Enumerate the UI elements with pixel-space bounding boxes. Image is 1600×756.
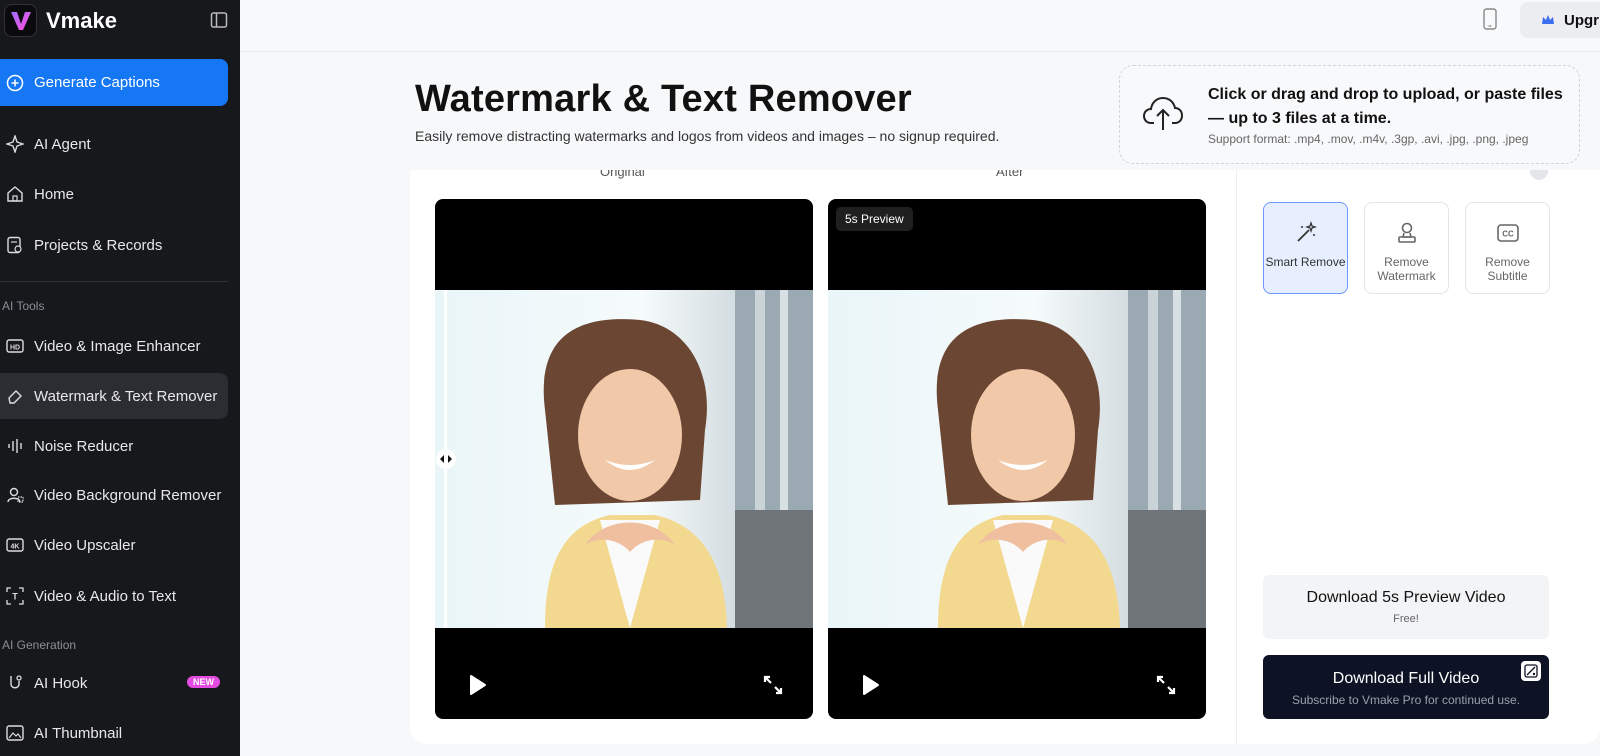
section-label-ai-tools: AI Tools [2, 299, 45, 313]
remove-subtitle-option[interactable]: CC Remove Subtitle [1465, 202, 1550, 294]
plus-circle-icon [6, 74, 24, 91]
sidebar-item-label: Video & Image Enhancer [34, 337, 201, 355]
after-label: After [996, 170, 1024, 179]
sidebar-item-label: AI Hook [34, 674, 88, 692]
sidebar-item-upscaler[interactable]: 4K Video Upscaler [0, 522, 228, 568]
sidebar: Vmake Generate Captions AI Agent Home Pr… [0, 0, 240, 756]
svg-text:T: T [12, 592, 18, 602]
sidebar-item-background-remover[interactable]: Video Background Remover [0, 472, 228, 518]
tool-label: Remove Watermark [1377, 255, 1436, 283]
download-full-title: Download Full Video [1332, 670, 1480, 687]
sidebar-item-label: Video Background Remover [34, 486, 222, 504]
after-video-frame [828, 290, 1206, 628]
waveform-icon [5, 436, 25, 456]
original-video-frame [435, 290, 813, 628]
download-full-subtitle: Subscribe to Vmake Pro for continued use… [1291, 693, 1521, 707]
drag-arrows-icon [440, 455, 452, 463]
section-label-ai-generation: AI Generation [2, 638, 77, 652]
editor-card: Original After 5s Preview Smart Remove R… [410, 170, 1600, 744]
new-badge: NEW [187, 676, 220, 688]
sidebar-item-projects[interactable]: Projects & Records [0, 222, 228, 268]
sidebar-item-label: AI Thumbnail [34, 724, 123, 742]
records-icon [5, 235, 25, 255]
upload-title: Click or drag and drop to upload, or pas… [1208, 86, 1563, 127]
preview-duration-tag: 5s Preview [836, 207, 913, 231]
compare-slider-handle[interactable] [436, 449, 456, 469]
sidebar-item-home[interactable]: Home [0, 171, 228, 217]
upload-dropzone[interactable]: Click or drag and drop to upload, or pas… [1119, 65, 1580, 164]
sidebar-item-label: AI Agent [34, 135, 91, 153]
home-icon [5, 184, 25, 204]
sidebar-item-label: Video & Audio to Text [34, 587, 177, 605]
remove-watermark-option[interactable]: Remove Watermark [1364, 202, 1449, 294]
upload-format-hint: Support format: .mp4, .mov, .m4v, .3gp, … [1208, 132, 1529, 146]
app-name[interactable]: Vmake [46, 8, 117, 34]
play-icon[interactable] [858, 673, 882, 697]
sidebar-item-enhancer[interactable]: HD Video & Image Enhancer [0, 323, 228, 369]
vmake-logo-icon[interactable] [4, 4, 37, 37]
magic-wand-icon [1297, 221, 1318, 242]
cc-icon: CC [1497, 224, 1519, 242]
svg-text:CC: CC [1502, 230, 1514, 239]
original-label: Original [600, 170, 645, 179]
play-icon[interactable] [465, 673, 489, 697]
cloud-upload-icon [1142, 96, 1184, 130]
smart-remove-option[interactable]: Smart Remove [1263, 202, 1348, 294]
sidebar-item-watermark-remover[interactable]: Watermark & Text Remover [0, 373, 228, 419]
sidebar-item-label: Noise Reducer [34, 437, 134, 455]
sparkle-icon [5, 134, 25, 154]
hd-icon: HD [5, 336, 25, 356]
download-full-button[interactable]: Download Full Video Subscribe to Vmake P… [1263, 655, 1549, 719]
pro-badge-icon [1521, 661, 1541, 681]
sidebar-item-ai-hook[interactable]: AI Hook NEW [0, 660, 228, 706]
hook-icon [5, 673, 25, 693]
upgrade-label: Upgr [1564, 11, 1599, 29]
sidebar-item-label: Projects & Records [34, 236, 163, 254]
4k-icon: 4K [5, 535, 25, 555]
sidebar-item-noise-reducer[interactable]: Noise Reducer [0, 423, 228, 469]
stamp-icon [1398, 222, 1416, 243]
sidebar-collapse-icon[interactable] [210, 11, 228, 29]
svg-text:HD: HD [10, 345, 20, 352]
sidebar-item-label: Video Upscaler [34, 536, 136, 554]
tool-label: Smart Remove [1265, 255, 1346, 269]
top-bar [240, 0, 1600, 52]
tool-label: Remove Subtitle [1485, 255, 1530, 283]
fullscreen-icon[interactable] [761, 673, 785, 697]
original-video-player[interactable] [435, 199, 813, 719]
info-toggle[interactable] [1530, 170, 1548, 180]
fullscreen-icon[interactable] [1154, 673, 1178, 697]
page-subtitle: Easily remove distracting watermarks and… [415, 128, 1000, 144]
sidebar-divider [0, 281, 228, 282]
page-title: Watermark & Text Remover [415, 78, 912, 120]
generate-captions-label: Generate Captions [34, 74, 160, 91]
mobile-icon[interactable] [1482, 8, 1498, 30]
text-frame-icon: T [5, 586, 25, 606]
logo-row: Vmake [0, 0, 240, 40]
person-cutout-icon [5, 485, 25, 505]
sidebar-item-label: Home [34, 185, 75, 203]
download-preview-title: Download 5s Preview Video [1306, 589, 1506, 606]
crown-icon [1542, 15, 1554, 24]
thumbnail-icon [5, 723, 25, 743]
eraser-icon [5, 386, 25, 406]
panel-divider [1236, 170, 1237, 744]
upgrade-button[interactable]: Upgr [1520, 2, 1600, 38]
sidebar-item-ai-agent[interactable]: AI Agent [0, 121, 228, 167]
download-preview-button[interactable]: Download 5s Preview Video Free! [1263, 575, 1549, 639]
svg-text:4K: 4K [11, 544, 20, 551]
after-video-player[interactable]: 5s Preview [828, 199, 1206, 719]
sidebar-item-label: Watermark & Text Remover [34, 387, 218, 405]
sidebar-item-audio-to-text[interactable]: T Video & Audio to Text [0, 573, 228, 619]
sidebar-item-ai-thumbnail[interactable]: AI Thumbnail [0, 710, 228, 756]
generate-captions-button[interactable]: Generate Captions [0, 59, 228, 106]
download-preview-subtitle: Free! [1393, 613, 1419, 625]
